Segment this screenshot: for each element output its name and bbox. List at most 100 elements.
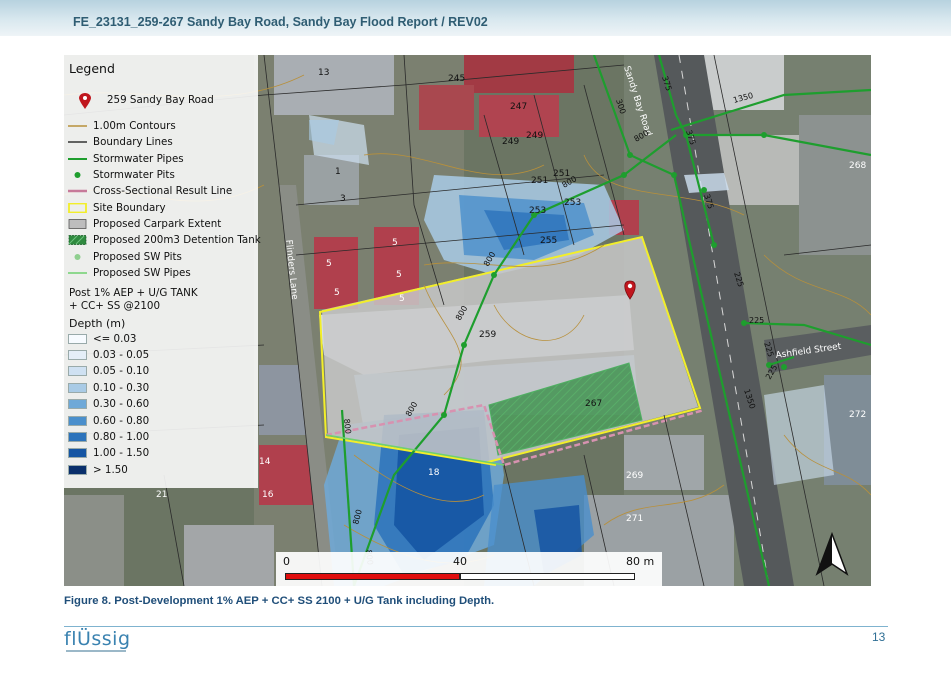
carpark-box-icon: [68, 219, 87, 229]
building: [64, 495, 124, 586]
legend-item-label: 259 Sandy Bay Road: [107, 94, 214, 106]
lot-label: 253: [564, 198, 581, 208]
legend-scenario-heading-line1: Post 1% AEP + U/G TANK: [69, 287, 198, 299]
depth-class-label: 0.30 - 0.60: [93, 398, 150, 410]
legend-item-contours: 1.00m Contours: [64, 118, 258, 134]
legend-item-carpark-extent: Proposed Carpark Extent: [64, 216, 258, 232]
map-pin-icon: [79, 93, 91, 109]
depth-class-label: <= 0.03: [93, 333, 137, 345]
legend-depth-heading: Depth (m): [69, 317, 126, 330]
contour-line-icon: [68, 125, 87, 127]
lot-label: 271: [626, 514, 643, 524]
legend-depth-class: 0.60 - 0.80: [64, 413, 258, 429]
page-header-band: FE_23131_259-267 Sandy Bay Road, Sandy B…: [0, 0, 951, 36]
detention-tank-hatch-icon: [68, 235, 87, 245]
depth-swatch: [68, 399, 87, 409]
legend-depth-class: > 1.50: [64, 462, 258, 478]
building: [464, 55, 574, 93]
lot-label: 14: [259, 457, 271, 467]
lot-label: 21: [156, 490, 167, 500]
footer-rule: [64, 626, 888, 627]
scale-bar-segment-red: [285, 573, 460, 580]
lot-label: 272: [849, 410, 866, 420]
legend-title: Legend: [69, 61, 115, 76]
map-legend: Legend 259 Sandy Bay Road 1.00m Contours…: [64, 55, 261, 488]
legend-item-label: Boundary Lines: [93, 136, 173, 148]
legend-item-proposed-sw-pits: Proposed SW Pits: [64, 249, 258, 265]
depth-swatch: [68, 448, 87, 458]
building: [184, 525, 274, 586]
lot-label: 5: [392, 238, 398, 248]
lot-label: 5: [396, 270, 402, 280]
lot-label: 251: [531, 176, 548, 186]
legend-item-detention-tank: Proposed 200m3 Detention Tank: [64, 232, 261, 248]
building: [304, 155, 359, 205]
pipe-label: 225: [749, 316, 764, 325]
lot-label: 16: [262, 490, 274, 500]
pipe-line-icon: [68, 158, 87, 160]
document-title: FE_23131_259-267 Sandy Bay Road, Sandy B…: [73, 15, 488, 29]
legend-depth-class: 0.03 - 0.05: [64, 347, 258, 363]
lot-label: 249: [526, 131, 543, 141]
proposed-pipe-line-icon: [68, 272, 87, 274]
lot-label: 245: [448, 74, 465, 84]
lot-label: 268: [849, 161, 866, 171]
boundary-line-icon: [68, 141, 87, 143]
scale-label-mid: 40: [453, 555, 467, 568]
scale-bar-segment-white: [460, 573, 635, 580]
legend-item-label: Stormwater Pipes: [93, 153, 184, 165]
legend-item-stormwater-pipes: Stormwater Pipes: [64, 151, 258, 167]
depth-swatch: [68, 416, 87, 426]
building: [419, 85, 474, 130]
building: [624, 435, 704, 490]
depth-swatch: [68, 465, 87, 475]
legend-scenario-heading-line2: + CC+ SS @2100: [69, 300, 161, 312]
legend-item-stormwater-pits: Stormwater Pits: [64, 167, 258, 183]
legend-item-site-marker: 259 Sandy Bay Road: [64, 92, 258, 109]
company-logo-text: flÜssig: [64, 628, 131, 650]
lot-label: 253: [529, 206, 546, 216]
legend-item-label: Proposed 200m3 Detention Tank: [93, 234, 261, 246]
legend-item-cross-section-line: Cross-Sectional Result Line: [64, 183, 258, 199]
lot-label: 18: [428, 468, 440, 478]
page-number: 13: [872, 630, 886, 644]
legend-depth-class: 0.80 - 1.00: [64, 429, 258, 445]
depth-swatch: [68, 383, 87, 393]
depth-class-label: 1.00 - 1.50: [93, 447, 150, 459]
north-arrow-icon: [815, 532, 849, 576]
site-boundary-box-icon: [68, 203, 87, 213]
legend-depth-class: <= 0.03: [64, 331, 258, 347]
depth-class-label: 0.80 - 1.00: [93, 431, 150, 443]
legend-depth-class: 0.30 - 0.60: [64, 396, 258, 412]
company-logo: flÜssig: [64, 628, 134, 658]
legend-depth-class: 0.05 - 0.10: [64, 363, 258, 379]
legend-item-label: Proposed Carpark Extent: [93, 218, 222, 230]
legend-item-label: Proposed SW Pits: [93, 251, 182, 263]
depth-swatch: [68, 334, 87, 344]
logo-underline: [66, 650, 126, 652]
lot-label: 5: [399, 294, 405, 304]
legend-item-site-boundary: Site Boundary: [64, 200, 258, 216]
depth-swatch: [68, 350, 87, 360]
legend-item-proposed-sw-pipes: Proposed SW Pipes: [64, 265, 258, 281]
lot-label: 247: [510, 102, 527, 112]
lot-label: 1: [335, 167, 341, 177]
figure-caption: Figure 8. Post-Development 1% AEP + CC+ …: [64, 595, 495, 607]
pipe-label: 800: [342, 418, 353, 434]
proposed-pit-dot-icon: [74, 254, 81, 260]
legend-depth-class: 0.10 - 0.30: [64, 380, 258, 396]
lot-label: 259: [479, 330, 496, 340]
building: [799, 115, 871, 255]
legend-item-label: Site Boundary: [93, 202, 166, 214]
legend-item-label: 1.00m Contours: [93, 120, 176, 132]
depth-class-label: 0.60 - 0.80: [93, 415, 150, 427]
scale-bar: 0 40 80 m: [276, 552, 662, 586]
depth-class-label: > 1.50: [93, 464, 128, 476]
lot-label: 255: [540, 236, 557, 246]
depth-class-label: 0.03 - 0.05: [93, 349, 150, 361]
legend-item-label: Cross-Sectional Result Line: [93, 185, 233, 197]
scale-label-end: 80 m: [626, 555, 655, 568]
building: [314, 237, 358, 309]
legend-item-label: Stormwater Pits: [93, 169, 175, 181]
lot-label: 249: [502, 137, 519, 147]
